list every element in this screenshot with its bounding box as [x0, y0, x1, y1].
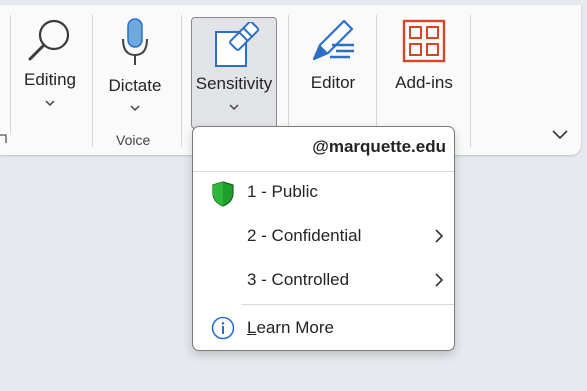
chevron-down-icon: [130, 105, 140, 112]
editing-label: Editing: [24, 70, 76, 89]
add-ins-grid-icon: [402, 19, 446, 63]
green-shield-icon: [212, 181, 234, 207]
menu-item-confidential[interactable]: 2 - Confidential: [193, 217, 454, 257]
menu-item-label: 2 - Confidential: [247, 226, 362, 245]
sensitivity-button[interactable]: Sensitivity: [191, 17, 277, 129]
dictate-button[interactable]: Dictate: [100, 9, 170, 119]
dictate-label: Dictate: [108, 76, 162, 95]
menu-header: @marquette.edu: [312, 137, 446, 156]
editing-button[interactable]: Editing: [14, 9, 86, 119]
add-ins-button[interactable]: Add-ins: [386, 9, 462, 109]
editor-button[interactable]: Editor: [296, 9, 370, 109]
ribbon-separator: [10, 15, 11, 135]
chevron-down-icon: [229, 104, 239, 111]
ribbon-separator: [92, 15, 93, 147]
learn-more-rest: earn More: [256, 318, 334, 337]
menu-item-label: 3 - Controlled: [247, 270, 350, 289]
editor-pen-icon: [312, 19, 354, 61]
chevron-right-icon: [435, 229, 444, 243]
voice-group-label: Voice: [116, 132, 151, 148]
sensitivity-label-icon: [215, 22, 260, 67]
microphone-icon: [122, 18, 148, 65]
menu-item-public[interactable]: 1 - Public: [193, 173, 454, 213]
menu-item-learn-more[interactable]: Learn More: [193, 308, 454, 348]
chevron-down-icon[interactable]: [551, 129, 569, 141]
search-icon: [28, 19, 70, 61]
sensitivity-menu: @marquette.edu 1 - Public 2 - Confidenti…: [192, 126, 455, 351]
menu-item-label: 1 - Public: [247, 182, 318, 201]
chevron-right-icon: [435, 273, 444, 287]
menu-divider: [193, 171, 454, 172]
ribbon-separator: [181, 15, 182, 147]
editor-label: Editor: [310, 73, 356, 92]
menu-item-controlled[interactable]: 3 - Controlled: [193, 261, 454, 301]
dialog-launcher-icon[interactable]: [0, 133, 8, 145]
ribbon-separator: [470, 15, 471, 147]
add-ins-label: Add-ins: [395, 73, 453, 92]
learn-more-label: Learn More: [247, 318, 334, 338]
menu-divider: [241, 304, 454, 305]
info-icon: [211, 316, 235, 340]
sensitivity-label: Sensitivity: [195, 74, 273, 93]
chevron-down-icon: [45, 100, 55, 107]
